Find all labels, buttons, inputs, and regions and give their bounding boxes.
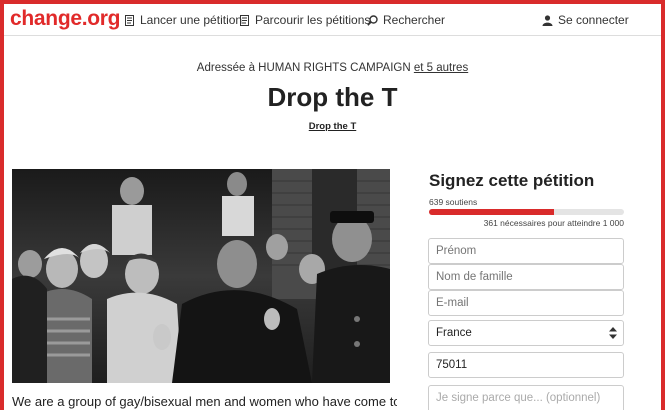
petition-recipients: Adressée à HUMAN RIGHTS CAMPAIGN et 5 au… <box>4 62 661 74</box>
user-icon <box>542 14 553 26</box>
country-selected-value: France <box>436 327 472 339</box>
petition-description: We are a group of gay/bisexual men and w… <box>12 394 397 409</box>
nav-start-petition[interactable]: Lancer une pétition <box>124 13 242 27</box>
nav-login-label: Se connecter <box>558 13 629 27</box>
recipient-text: Adressée à HUMAN RIGHTS CAMPAIGN <box>196 62 411 74</box>
nav-browse-label: Parcourir les pétitions <box>255 13 371 27</box>
signature-progress-bar <box>429 209 624 215</box>
document-icon <box>240 14 249 26</box>
more-recipients-link[interactable]: et 5 autres <box>414 62 468 74</box>
document-icon <box>125 14 134 26</box>
last-name-field[interactable] <box>428 264 624 290</box>
crowd-photo-image <box>12 169 390 383</box>
sign-petition-heading: Signez cette pétition <box>429 171 595 190</box>
search-icon <box>367 14 378 26</box>
country-select[interactable]: France <box>428 320 624 346</box>
nav-browse-petitions[interactable]: Parcourir les pétitions <box>239 13 370 27</box>
reason-textarea[interactable]: Je signe parce que... (optionnel) <box>428 385 624 410</box>
select-arrows-icon <box>609 327 617 339</box>
signatures-needed: 361 nécessaires pour atteindre 1 000 <box>483 218 624 228</box>
nav-login[interactable]: Se connecter <box>542 13 629 27</box>
email-field[interactable] <box>428 290 624 316</box>
nav-search[interactable]: Rechercher <box>367 13 445 27</box>
first-name-field[interactable] <box>428 238 624 264</box>
progress-bar-fill <box>429 209 554 215</box>
top-navigation: change.org Lancer une pétition Parcourir… <box>4 4 661 36</box>
site-logo[interactable]: change.org <box>10 7 120 31</box>
petition-photo <box>12 169 390 383</box>
petition-title: Drop the T <box>267 82 398 112</box>
supporter-count: 639 soutiens <box>429 197 478 207</box>
nav-start-petition-label: Lancer une pétition <box>140 13 243 27</box>
reason-placeholder: Je signe parce que... (optionnel) <box>436 392 601 404</box>
page-frame: change.org Lancer une pétition Parcourir… <box>0 0 665 410</box>
nav-search-label: Rechercher <box>383 13 446 27</box>
postal-code-value: 75011 <box>436 359 468 371</box>
petition-author-link[interactable]: Drop the T <box>4 121 661 132</box>
postal-code-field[interactable]: 75011 <box>428 352 624 378</box>
